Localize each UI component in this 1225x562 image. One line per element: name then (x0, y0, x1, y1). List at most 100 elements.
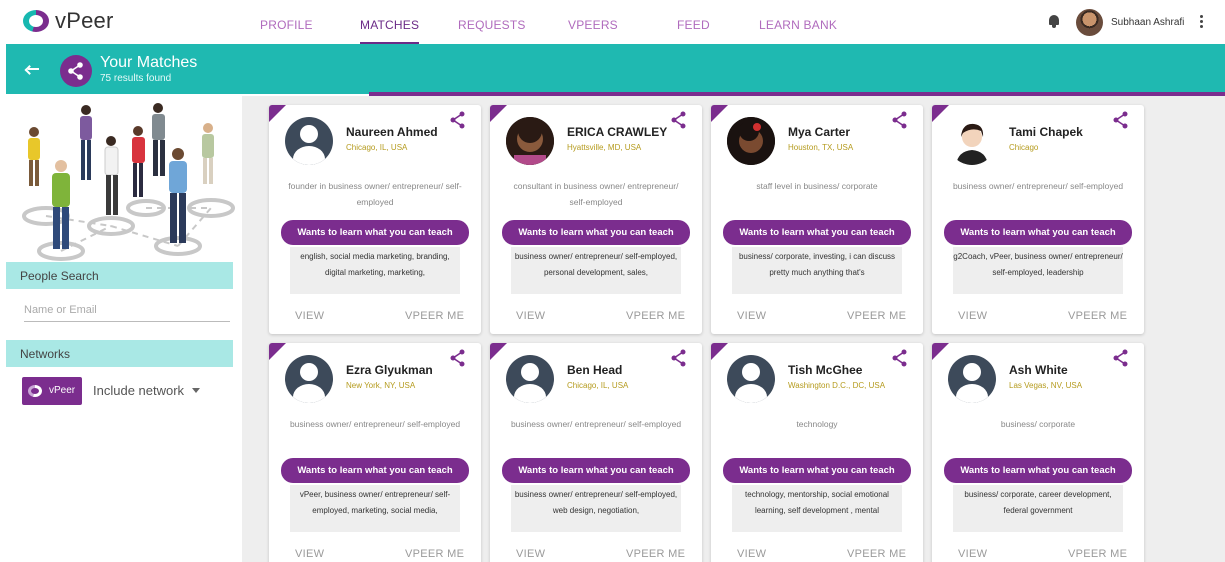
nav-learn-bank[interactable]: LEARN BANK (759, 0, 837, 44)
match-name[interactable]: ERICA CRAWLEY (567, 125, 667, 139)
view-button[interactable]: VIEW (295, 310, 324, 322)
vpeer-logo-icon (28, 385, 42, 397)
share-icon[interactable] (1113, 111, 1129, 129)
avatar[interactable] (506, 355, 554, 403)
match-skills: business/ corporate, investing, i can di… (732, 247, 902, 294)
nav-vpeers[interactable]: VPEERS (568, 0, 618, 44)
match-description: staff level in business/ corporate (756, 181, 878, 191)
match-location: Chicago, IL, USA (346, 143, 408, 152)
match-skills: english, social media marketing, brandin… (290, 247, 460, 294)
vpeer-logo[interactable]: vPeer (23, 8, 113, 34)
network-chip-label: vPeer (49, 385, 76, 396)
nav-requests[interactable]: REQUESTS (458, 0, 526, 44)
avatar[interactable] (948, 355, 996, 403)
wants-to-learn-button[interactable]: Wants to learn what you can teach (502, 220, 690, 245)
match-name[interactable]: Ezra Glyukman (346, 363, 433, 377)
match-skills: technology, mentorship, social emotional… (732, 485, 902, 532)
share-icon[interactable] (450, 111, 466, 129)
view-button[interactable]: VIEW (737, 310, 766, 322)
card-corner-flag (932, 343, 949, 360)
view-button[interactable]: VIEW (958, 310, 987, 322)
user-name[interactable]: Subhaan Ashrafi (1111, 17, 1184, 28)
match-description: technology (796, 419, 838, 429)
share-icon[interactable] (450, 349, 466, 367)
matches-grid: Naureen Ahmed Chicago, IL, USA founder i… (242, 96, 1225, 562)
match-location: Chicago, IL, USA (567, 381, 629, 390)
wants-to-learn-button[interactable]: Wants to learn what you can teach (944, 458, 1132, 483)
avatar[interactable] (948, 117, 996, 165)
matches-header: Your Matches 75 results found (6, 44, 1225, 94)
avatar[interactable] (285, 355, 333, 403)
wants-to-learn-button[interactable]: Wants to learn what you can teach (723, 458, 911, 483)
vpeer-me-button[interactable]: VPEER ME (1068, 310, 1127, 322)
vpeer-me-button[interactable]: VPEER ME (847, 310, 906, 322)
people-search-label: People Search (6, 262, 233, 289)
page-title: Your Matches (100, 54, 198, 71)
match-name[interactable]: Tami Chapek (1009, 125, 1083, 139)
match-location: Hyattsville, MD, USA (567, 143, 642, 152)
share-icon[interactable] (671, 349, 687, 367)
vpeer-me-button[interactable]: VPEER ME (847, 548, 906, 560)
view-button[interactable]: VIEW (958, 548, 987, 560)
match-name[interactable]: Ash White (1009, 363, 1068, 377)
view-button[interactable]: VIEW (295, 548, 324, 560)
top-nav: vPeer PROFILE MATCHES REQUESTS VPEERS FE… (0, 0, 1225, 44)
vpeer-me-button[interactable]: VPEER ME (626, 548, 685, 560)
match-skills: business owner/ entrepreneur/ self-emplo… (511, 485, 681, 532)
avatar[interactable] (727, 355, 775, 403)
view-button[interactable]: VIEW (516, 310, 545, 322)
card-corner-flag (932, 105, 949, 122)
nav-matches[interactable]: MATCHES (360, 0, 420, 44)
match-card: Tish McGhee Washington D.C., DC, USA tec… (711, 343, 923, 562)
view-button[interactable]: VIEW (737, 548, 766, 560)
nav-profile[interactable]: PROFILE (260, 0, 313, 44)
vpeer-me-button[interactable]: VPEER ME (405, 548, 464, 560)
user-avatar[interactable] (1076, 9, 1103, 36)
match-skills: business/ corporate, career development,… (953, 485, 1123, 532)
share-icon[interactable] (892, 111, 908, 129)
vpeer-me-button[interactable]: VPEER ME (626, 310, 685, 322)
match-location: New York, NY, USA (346, 381, 416, 390)
avatar[interactable] (285, 117, 333, 165)
match-name[interactable]: Mya Carter (788, 125, 850, 139)
match-description: founder in business owner/ entrepreneur/… (288, 181, 462, 207)
network-chip-vpeer[interactable]: vPeer (22, 377, 82, 405)
match-card: Mya Carter Houston, TX, USA staff level … (711, 105, 923, 334)
match-card: Ben Head Chicago, IL, USA business owner… (490, 343, 702, 562)
avatar[interactable] (506, 117, 554, 165)
vpeer-logo-icon (23, 8, 53, 34)
nav-feed[interactable]: FEED (677, 0, 710, 44)
wants-to-learn-button[interactable]: Wants to learn what you can teach (944, 220, 1132, 245)
card-corner-flag (269, 105, 286, 122)
wants-to-learn-button[interactable]: Wants to learn what you can teach (723, 220, 911, 245)
share-icon[interactable] (892, 349, 908, 367)
wants-to-learn-button[interactable]: Wants to learn what you can teach (502, 458, 690, 483)
sidebar: People Search Networks vPeer Include net… (6, 96, 242, 562)
wants-to-learn-button[interactable]: Wants to learn what you can teach (281, 220, 469, 245)
match-card: Naureen Ahmed Chicago, IL, USA founder i… (269, 105, 481, 334)
view-button[interactable]: VIEW (516, 548, 545, 560)
chevron-down-icon[interactable] (192, 388, 200, 393)
vpeer-me-button[interactable]: VPEER ME (1068, 548, 1127, 560)
share-icon[interactable] (60, 55, 92, 87)
search-input[interactable] (24, 298, 230, 322)
match-location: Las Vegas, NV, USA (1009, 381, 1083, 390)
back-arrow-icon[interactable] (24, 64, 40, 75)
vpeer-me-button[interactable]: VPEER ME (405, 310, 464, 322)
avatar[interactable] (727, 117, 775, 165)
bell-icon[interactable] (1048, 14, 1060, 28)
match-description: business owner/ entrepreneur/ self-emplo… (510, 419, 682, 429)
networks-label: Networks (6, 340, 233, 367)
match-name[interactable]: Ben Head (567, 363, 622, 377)
share-icon[interactable] (671, 111, 687, 129)
network-people-illustration (6, 96, 242, 262)
wants-to-learn-button[interactable]: Wants to learn what you can teach (281, 458, 469, 483)
match-skills: business owner/ entrepreneur/ self-emplo… (511, 247, 681, 294)
include-network-select[interactable]: Include network (93, 383, 184, 398)
match-name[interactable]: Naureen Ahmed (346, 125, 438, 139)
match-name[interactable]: Tish McGhee (788, 363, 862, 377)
results-count: 75 results found (100, 73, 172, 84)
share-icon[interactable] (1113, 349, 1129, 367)
kebab-menu-icon[interactable] (1200, 15, 1204, 29)
match-card: Ezra Glyukman New York, NY, USA business… (269, 343, 481, 562)
